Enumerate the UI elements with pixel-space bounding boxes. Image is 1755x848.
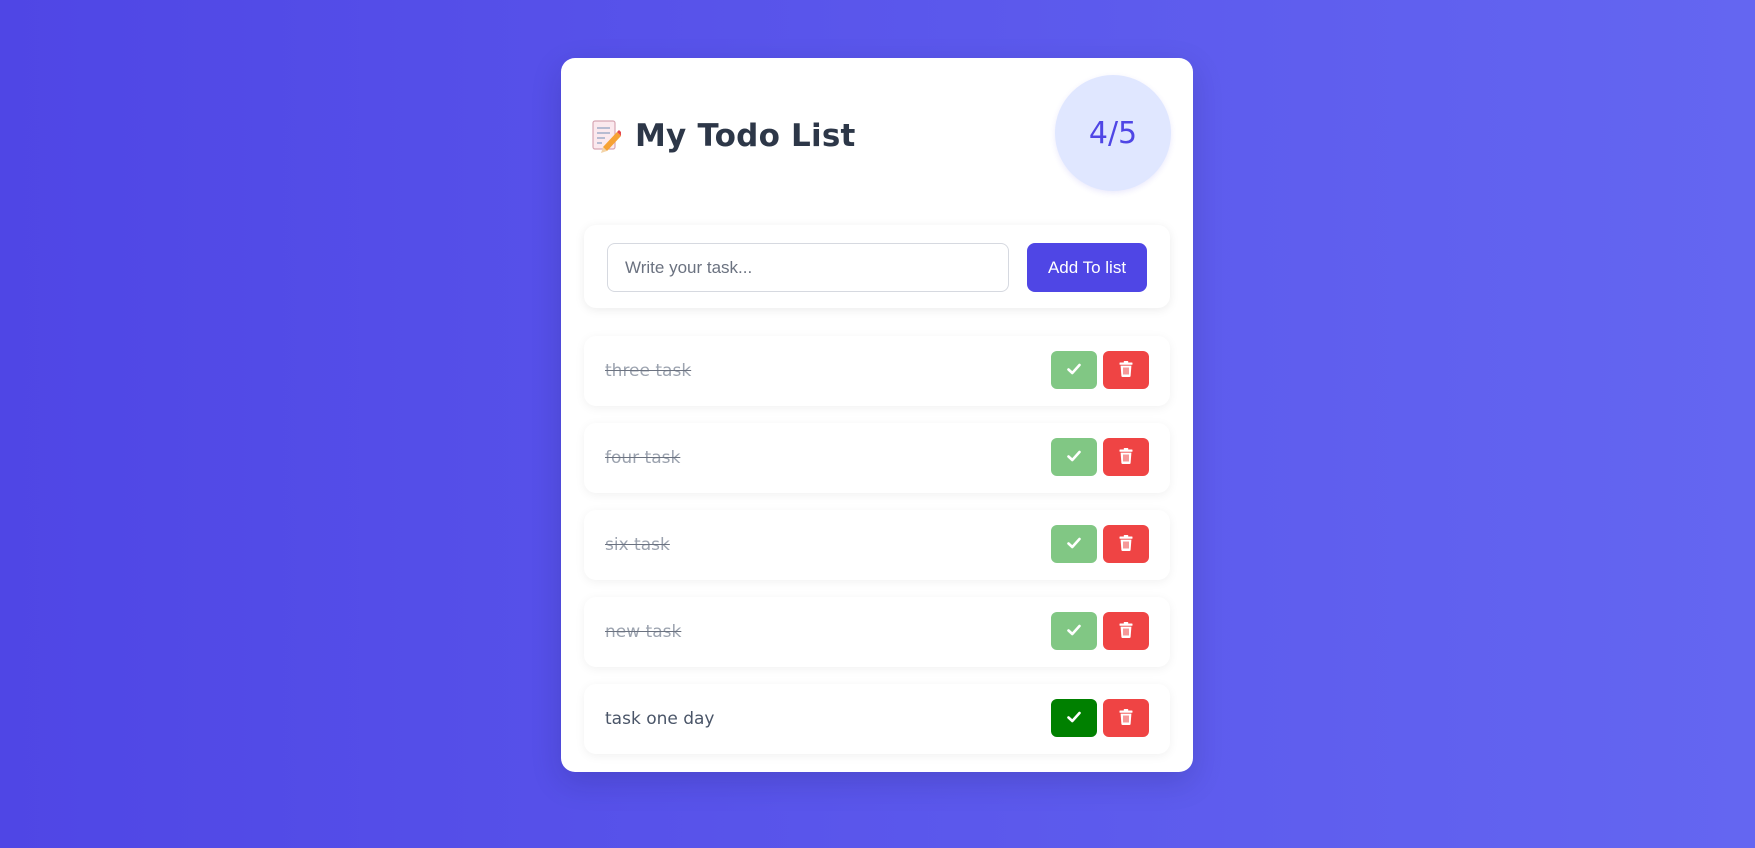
checkmark-icon xyxy=(1066,361,1082,380)
trash-icon xyxy=(1119,360,1133,380)
todo-card: My Todo List 4/5 Add To list three task … xyxy=(561,58,1193,772)
todo-text: task one day xyxy=(605,709,715,729)
delete-button[interactable] xyxy=(1103,438,1149,476)
trash-icon xyxy=(1119,708,1133,728)
todo-item: six task xyxy=(584,510,1170,580)
todo-item: new task xyxy=(584,597,1170,667)
delete-button[interactable] xyxy=(1103,699,1149,737)
delete-button[interactable] xyxy=(1103,525,1149,563)
todo-item: three task xyxy=(584,336,1170,406)
add-task-form: Add To list xyxy=(584,225,1170,308)
delete-button[interactable] xyxy=(1103,351,1149,389)
add-to-list-button[interactable]: Add To list xyxy=(1027,243,1147,292)
trash-icon xyxy=(1119,621,1133,641)
todo-text: three task xyxy=(605,361,692,381)
page: { "header": { "icon": "memo-icon", "titl… xyxy=(0,0,1755,848)
checkmark-icon xyxy=(1066,448,1082,467)
complete-button[interactable] xyxy=(1051,438,1097,476)
memo-icon xyxy=(591,119,623,153)
todo-item: task one day xyxy=(584,684,1170,754)
complete-button[interactable] xyxy=(1051,612,1097,650)
complete-button[interactable] xyxy=(1051,351,1097,389)
delete-button[interactable] xyxy=(1103,612,1149,650)
todo-text: four task xyxy=(605,448,681,468)
checkmark-icon xyxy=(1066,709,1082,728)
trash-icon xyxy=(1119,447,1133,467)
complete-button[interactable] xyxy=(1051,525,1097,563)
todo-text: six task xyxy=(605,535,670,555)
todo-list: three task four task six task new task t… xyxy=(584,336,1170,771)
complete-button[interactable] xyxy=(1051,699,1097,737)
todo-item: four task xyxy=(584,423,1170,493)
header: My Todo List xyxy=(591,118,856,154)
trash-icon xyxy=(1119,534,1133,554)
page-title: My Todo List xyxy=(635,118,856,154)
completed-counter: 4/5 xyxy=(1055,75,1171,191)
task-input[interactable] xyxy=(607,243,1009,292)
checkmark-icon xyxy=(1066,622,1082,641)
todo-text: new task xyxy=(605,622,682,642)
checkmark-icon xyxy=(1066,535,1082,554)
